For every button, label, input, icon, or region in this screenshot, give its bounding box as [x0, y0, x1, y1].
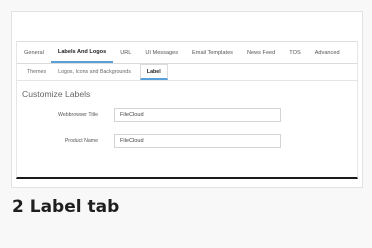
tab-ui-messages[interactable]: UI Messages: [138, 42, 185, 63]
tab-news-feed[interactable]: News Feed: [240, 42, 282, 63]
tab-tos[interactable]: TOS: [282, 42, 307, 63]
field-row-product-name: Product Name FileCloud: [17, 133, 357, 148]
subtab-label[interactable]: Label: [139, 64, 168, 80]
product-name-label: Product Name: [64, 137, 98, 144]
tab-url[interactable]: URL: [113, 42, 138, 63]
tab-advanced[interactable]: Advanced: [308, 42, 347, 63]
main-tab-bar: General Labels And Logos URL UI Messages…: [17, 41, 357, 64]
section-title: Customize Labels: [22, 89, 91, 99]
tab-email-templates[interactable]: Email Templates: [185, 42, 240, 63]
sub-tab-bar: Themes Logos, Icons and Backgrounds Labe…: [17, 64, 357, 81]
webbrowser-title-input[interactable]: FileCloud: [114, 107, 281, 122]
settings-panel: General Labels And Logos URL UI Messages…: [16, 41, 358, 179]
field-row-webbrowser-title: Webbrowser Title FileCloud: [17, 107, 357, 122]
tab-general[interactable]: General: [17, 42, 51, 63]
webbrowser-title-label: Webbrowser Title: [58, 111, 98, 118]
figure-caption: 2 Label tab: [12, 197, 120, 217]
subtab-logos-icons-backgrounds[interactable]: Logos, Icons and Backgrounds: [52, 64, 137, 80]
subtab-themes[interactable]: Themes: [21, 64, 52, 80]
tab-labels-and-logos[interactable]: Labels And Logos: [50, 42, 114, 63]
product-name-input[interactable]: FileCloud: [114, 133, 281, 148]
